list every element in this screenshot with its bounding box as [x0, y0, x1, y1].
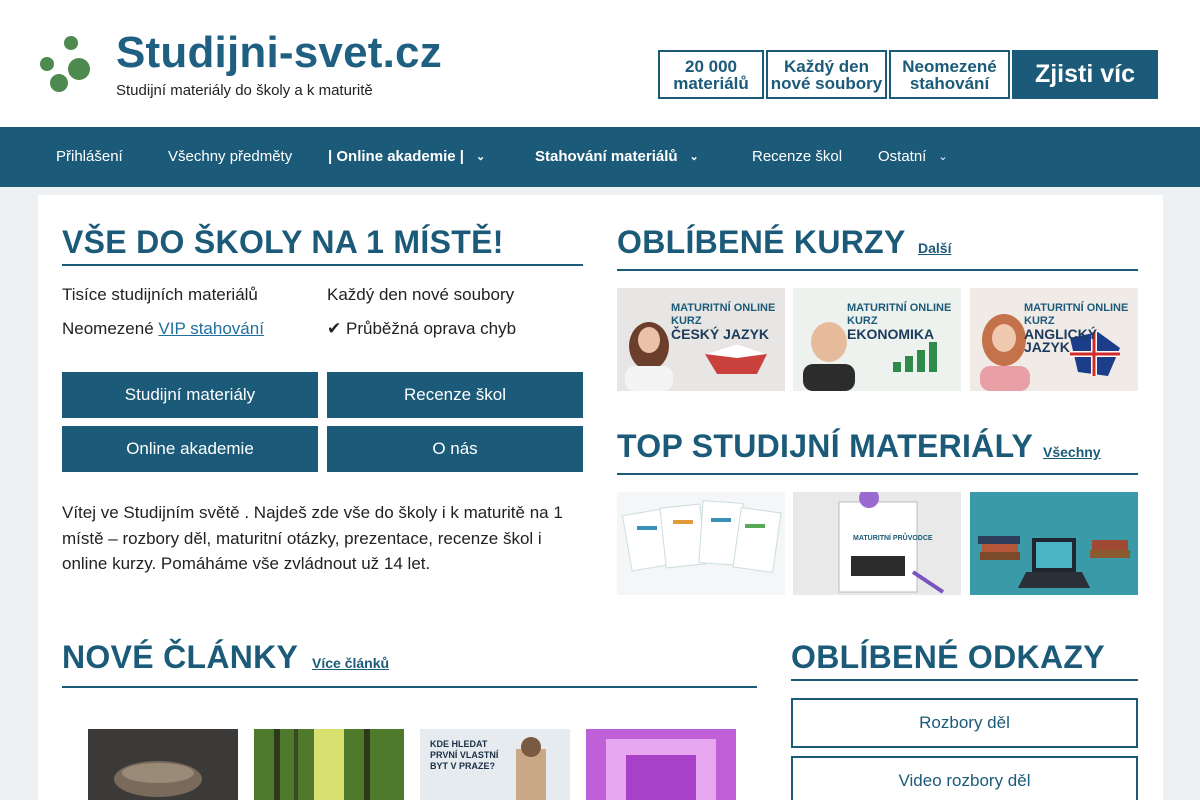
chevron-down-icon: ⌄: [475, 151, 486, 164]
site-tagline: Studijní materiály do školy a k maturitě: [116, 82, 373, 99]
articles-divider: [62, 686, 757, 688]
badge-daily-files[interactable]: Každý den nové soubory: [766, 50, 887, 99]
article-image: [586, 729, 736, 800]
feature-item: Každý den nové soubory: [327, 285, 514, 305]
nav-label: Přihlášení: [56, 148, 123, 165]
link-rozbory-del[interactable]: Rozbory děl: [791, 698, 1138, 748]
site-header: Studijni-svet.cz Studijní materiály do š…: [0, 0, 1200, 127]
logo-dots-icon[interactable]: [38, 36, 92, 94]
nav-login[interactable]: Přihlášení: [56, 127, 123, 187]
article-image: [88, 729, 238, 800]
course-tag: MATURITNÍ ONLINE KURZ: [1024, 302, 1129, 327]
material-sheets-image: [617, 492, 785, 595]
feature-item: Tisíce studijních materiálů: [62, 285, 258, 305]
feature-text: Průběžná oprava chyb: [345, 319, 517, 338]
intro-text: Vítej ve Studijním světě . Najdeš zde vš…: [62, 503, 563, 573]
nav-other[interactable]: Ostatní ⌄: [878, 127, 948, 187]
online-academy-button[interactable]: Online akademie: [62, 426, 318, 472]
article-card[interactable]: [254, 729, 404, 800]
nav-label: Všechny předměty: [168, 148, 293, 165]
courses-title: OBLÍBENÉ KURZY: [617, 224, 906, 260]
course-caption: MATURITNÍ ONLINE KURZ ANGLICKÝ JAZYK: [1024, 302, 1138, 354]
course-caption: MATURITNÍ ONLINE KURZ EKONOMIKA: [847, 302, 961, 341]
material-card-books[interactable]: [970, 492, 1138, 595]
course-tag: MATURITNÍ ONLINE KURZ: [671, 302, 776, 327]
article-caption: KDE HLEDAT PRVNÍ VLASTNÍ BYT V PRAZE?: [430, 739, 499, 771]
feature-item: Neomezené VIP stahování: [62, 319, 264, 339]
links-divider: [791, 679, 1138, 681]
article-image: [254, 729, 404, 800]
course-name: EKONOMIKA: [847, 326, 935, 342]
course-name: ČESKÝ JAZYK: [671, 326, 770, 342]
study-materials-button[interactable]: Studijní materiály: [62, 372, 318, 418]
badge-line: Každý den: [783, 56, 870, 76]
materials-all-link[interactable]: Všechny: [1043, 444, 1101, 460]
badge-materials[interactable]: 20 000 materiálů: [658, 50, 764, 99]
articles-title: NOVÉ ČLÁNKY: [62, 639, 299, 675]
nav-online-academy[interactable]: | Online akademie | ⌄: [328, 127, 485, 187]
feature-text: Každý den nové soubory: [327, 285, 515, 304]
materials-divider: [617, 473, 1138, 475]
courses-more-link[interactable]: Další: [918, 240, 951, 256]
badge-unlimited-download[interactable]: Neomezené stahování: [889, 50, 1010, 99]
articles-more-link[interactable]: Více článků: [312, 655, 389, 671]
chevron-down-icon: ⌄: [938, 151, 948, 164]
course-name: ANGLICKÝ JAZYK: [1024, 326, 1098, 355]
main-nav: Přihlášení Všechny předměty | Online aka…: [0, 127, 1200, 187]
nav-all-subjects[interactable]: Všechny předměty: [168, 127, 292, 187]
material-card-sheets[interactable]: [617, 492, 785, 595]
chevron-down-icon: ⌄: [689, 151, 699, 164]
nav-label: Stahování materiálů: [535, 148, 678, 165]
nav-label: | Online akademie |: [328, 148, 464, 165]
guide-caption: MATURITNÍ PRŮVODCE: [853, 535, 933, 542]
badge-line: stahování: [909, 73, 990, 93]
article-card[interactable]: [88, 729, 238, 800]
badge-line: nové soubory: [770, 73, 883, 93]
course-tag: MATURITNÍ ONLINE KURZ: [847, 302, 952, 327]
course-card-czech[interactable]: MATURITNÍ ONLINE KURZ ČESKÝ JAZYK: [617, 288, 785, 391]
nav-school-reviews[interactable]: Recenze škol: [752, 127, 842, 187]
course-card-economics[interactable]: MATURITNÍ ONLINE KURZ EKONOMIKA: [793, 288, 961, 391]
school-reviews-button[interactable]: Recenze škol: [327, 372, 583, 418]
nav-label: Recenze škol: [752, 148, 843, 165]
vip-download-link[interactable]: VIP stahování: [158, 319, 264, 338]
course-card-english[interactable]: MATURITNÍ ONLINE KURZ ANGLICKÝ JAZYK: [970, 288, 1138, 391]
hero-title: VŠE DO ŠKOLY NA 1 MÍSTĚ!: [62, 224, 504, 260]
article-card[interactable]: KDE HLEDAT PRVNÍ VLASTNÍ BYT V PRAZE?: [420, 729, 570, 800]
feature-item: ✔ Průběžná oprava chyb: [327, 319, 516, 339]
course-caption: MATURITNÍ ONLINE KURZ ČESKÝ JAZYK: [671, 302, 785, 341]
feature-text: Neomezené: [62, 319, 159, 338]
learn-more-button[interactable]: Zjisti víc: [1012, 50, 1158, 99]
materials-title: TOP STUDIJNÍ MATERIÁLY: [617, 428, 1034, 464]
material-card-guide[interactable]: MATURITNÍ PRŮVODCE: [793, 492, 961, 595]
hero-divider: [62, 264, 583, 266]
badge-line: materiálů: [673, 73, 749, 93]
check-icon: ✔: [327, 319, 342, 338]
article-card[interactable]: [586, 729, 736, 800]
about-us-button[interactable]: O nás: [327, 426, 583, 472]
material-books-image: [970, 492, 1138, 595]
links-title: OBLÍBENÉ ODKAZY: [791, 639, 1105, 675]
badge-line: Neomezené: [902, 56, 997, 76]
courses-divider: [617, 269, 1138, 271]
link-video-rozbory[interactable]: Video rozbory děl: [791, 756, 1138, 800]
nav-label: Ostatní: [878, 148, 927, 165]
nav-downloads[interactable]: Stahování materiálů ⌄: [535, 127, 699, 187]
site-title[interactable]: Studijni-svet.cz: [116, 28, 442, 78]
feature-text: Tisíce studijních materiálů: [62, 285, 258, 304]
badge-line: 20 000: [685, 56, 737, 76]
